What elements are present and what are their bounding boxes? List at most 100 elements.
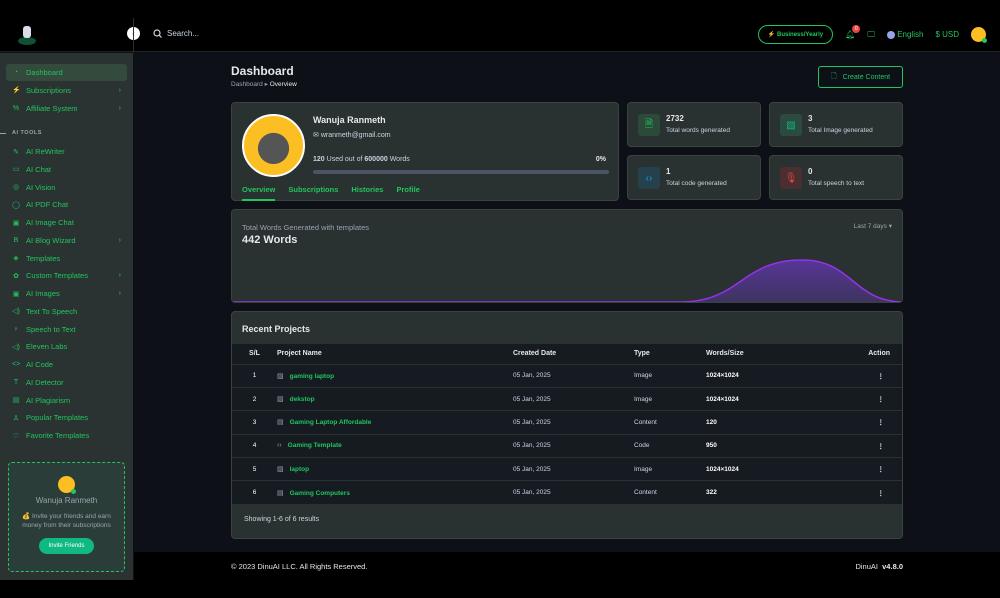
tab-subscriptions[interactable]: Subscriptions bbox=[288, 185, 338, 201]
sidebar-item-ai-pdf-chat[interactable]: ◯AI PDF Chat bbox=[6, 196, 127, 213]
range-dropdown[interactable]: Last 7 days ▾ bbox=[854, 222, 892, 230]
project-name-link[interactable]: Gaming Laptop Affordable bbox=[290, 419, 372, 426]
sidebar-item-label: Text To Speech bbox=[26, 307, 77, 316]
project-name-link[interactable]: Gaming Computers bbox=[290, 490, 350, 497]
stat-card: ▨3Total Image generated bbox=[769, 102, 903, 147]
invite-name: Wanuja Ranmeth bbox=[9, 496, 124, 505]
invite-friends-button[interactable]: Invite Friends bbox=[39, 538, 93, 554]
more-actions-icon[interactable]: ⋮ bbox=[809, 458, 902, 481]
sidebar-item-subscriptions[interactable]: ⚡Subscriptions› bbox=[6, 82, 127, 99]
more-actions-icon[interactable]: ⋮ bbox=[809, 434, 902, 457]
sidebar-item-label: Favorite Templates bbox=[26, 431, 89, 440]
row-type: Image bbox=[634, 458, 706, 481]
user-avatar[interactable] bbox=[971, 27, 986, 42]
sidebar-item-speech-to-text[interactable]: ♀Speech to Text bbox=[6, 321, 127, 338]
row-sl: 6 bbox=[232, 481, 277, 504]
create-content-label: Create Content bbox=[843, 74, 890, 81]
row-size: 1024×1024 bbox=[706, 387, 809, 410]
more-actions-icon[interactable]: ⋮ bbox=[809, 364, 902, 387]
more-actions-icon[interactable]: ⋮ bbox=[809, 411, 902, 434]
sidebar-item-ai-detector[interactable]: TAI Detector bbox=[6, 374, 127, 391]
row-sl: 3 bbox=[232, 411, 277, 434]
row-type: Image bbox=[634, 387, 706, 410]
pagination-info: Showing 1-6 of 6 results bbox=[244, 516, 319, 523]
search-input[interactable]: Search... bbox=[153, 29, 199, 38]
section-label: AI TOOLS bbox=[12, 130, 42, 136]
sidebar-item-ai-chat[interactable]: ▭AI Chat bbox=[6, 161, 127, 178]
sidebar-item-label: Affiliate System bbox=[26, 104, 78, 113]
used-count: 120 bbox=[313, 156, 325, 163]
notifications-button[interactable]: 🔔︎0 bbox=[845, 30, 855, 39]
sidebar-item-ai-blog-wizard[interactable]: BAI Blog Wizard› bbox=[6, 232, 127, 249]
projects-table: S/L Project Name Created Date Type Words… bbox=[232, 344, 902, 505]
language-selector[interactable]: English bbox=[887, 30, 923, 39]
profile-tabs: Overview Subscriptions Histories Profile bbox=[242, 185, 420, 201]
sidebar-item-ai-code[interactable]: <>AI Code bbox=[6, 356, 127, 373]
stat-card: 🗎2732Total words generated bbox=[627, 102, 761, 147]
col-created-date: Created Date bbox=[513, 344, 634, 364]
tab-profile[interactable]: Profile bbox=[396, 185, 419, 201]
ai-blog-wizard-icon: B bbox=[12, 237, 20, 244]
sidebar-item-label: Custom Templates bbox=[26, 271, 88, 280]
eleven-labs-icon: ◁) bbox=[12, 343, 20, 351]
row-date: 05 Jan, 2025 bbox=[513, 387, 634, 410]
row-sl: 2 bbox=[232, 387, 277, 410]
sidebar-item-templates[interactable]: ◈Templates bbox=[6, 250, 127, 267]
sidebar-item-label: Popular Templates bbox=[26, 413, 88, 422]
more-actions-icon[interactable]: ⋮ bbox=[809, 387, 902, 410]
sidebar-item-popular-templates[interactable]: ♙Popular Templates bbox=[6, 409, 127, 426]
sidebar-bottom bbox=[0, 580, 134, 598]
row-project: ▨dekstop bbox=[277, 387, 513, 410]
row-size: 950 bbox=[706, 434, 809, 457]
sidebar-item-ai-rewriter[interactable]: ✎AI ReWriter bbox=[6, 143, 127, 160]
row-date: 05 Jan, 2025 bbox=[513, 364, 634, 387]
affiliate-system-icon: % bbox=[12, 105, 20, 112]
row-date: 05 Jan, 2025 bbox=[513, 411, 634, 434]
used-mid: Used out of bbox=[325, 156, 365, 163]
currency-selector[interactable]: $ USD bbox=[935, 30, 959, 39]
monitor-icon[interactable]: 🖵 bbox=[867, 30, 875, 40]
sidebar-item-favorite-templates[interactable]: ♡ Favorite Templates bbox=[6, 427, 127, 444]
custom-templates-icon: ✿ bbox=[12, 272, 20, 280]
project-name-link[interactable]: gaming laptop bbox=[290, 373, 334, 380]
row-project: ▨ gaming laptop bbox=[277, 364, 513, 387]
footer: © 2023 DinuAI LLC. All Rights Reserved. … bbox=[134, 552, 1000, 598]
sidebar-item-custom-templates[interactable]: ✿Custom Templates› bbox=[6, 267, 127, 284]
project-name-link[interactable]: laptop bbox=[290, 466, 310, 473]
sidebar-item-eleven-labs[interactable]: ◁) Eleven Labs bbox=[6, 338, 127, 355]
sidebar-item-dashboard[interactable]: ◔Dashboard bbox=[6, 64, 127, 81]
app-logo[interactable] bbox=[16, 22, 38, 46]
col-words-size: Words/Size bbox=[706, 344, 809, 364]
create-content-button[interactable]: 🗋Create Content bbox=[818, 66, 903, 88]
sidebar-item-ai-plagiarism[interactable]: ▤AI Plagiarism bbox=[6, 392, 127, 409]
tab-histories[interactable]: Histories bbox=[351, 185, 383, 201]
sidebar-item-label: AI PDF Chat bbox=[26, 200, 68, 209]
breadcrumb-dashboard[interactable]: Dashboard bbox=[231, 81, 263, 88]
table-row: 6 ▤Gaming Computers 05 Jan, 2025 Content… bbox=[232, 481, 902, 504]
recent-projects-title: Recent Projects bbox=[242, 324, 310, 334]
project-name-link[interactable]: dekstop bbox=[290, 396, 315, 403]
sidebar-item-label: Eleven Labs bbox=[26, 342, 67, 351]
breadcrumb-overview: Overview bbox=[270, 81, 297, 88]
sidebar-item-affiliate-system[interactable]: %Affiliate System› bbox=[6, 100, 127, 117]
sidebar-item-text-to-speech[interactable]: ◁)Text To Speech bbox=[6, 303, 127, 320]
chevron-right-icon: › bbox=[119, 237, 121, 244]
table-header: S/L Project Name Created Date Type Words… bbox=[232, 344, 902, 364]
ai-image-chat-icon: ▣ bbox=[12, 219, 20, 227]
sidebar-item-ai-images[interactable]: ▣AI Images› bbox=[6, 285, 127, 302]
favorite-templates-icon: ♡ bbox=[12, 432, 20, 440]
sidebar-item-ai-vision[interactable]: ◎AI Vision bbox=[6, 179, 127, 196]
tab-overview[interactable]: Overview bbox=[242, 185, 275, 201]
row-type: Content bbox=[634, 481, 706, 504]
search-icon bbox=[153, 29, 162, 38]
ai-images-icon: ▣ bbox=[12, 290, 20, 298]
chart-area bbox=[232, 260, 903, 302]
project-type-icon: ▨ bbox=[277, 373, 284, 380]
sidebar-item-label: Speech to Text bbox=[26, 325, 75, 334]
more-actions-icon[interactable]: ⋮ bbox=[809, 481, 902, 504]
row-project: ‹›Gaming Template bbox=[277, 434, 513, 457]
sidebar-item-ai-image-chat[interactable]: ▣AI Image Chat bbox=[6, 214, 127, 231]
plan-button[interactable]: ⚡ Business/Yearly bbox=[758, 25, 833, 44]
project-name-link[interactable]: Gaming Template bbox=[288, 442, 342, 449]
top-bar: ‹ Search... ⚡ Business/Yearly 🔔︎0 🖵 Engl… bbox=[0, 0, 1000, 52]
